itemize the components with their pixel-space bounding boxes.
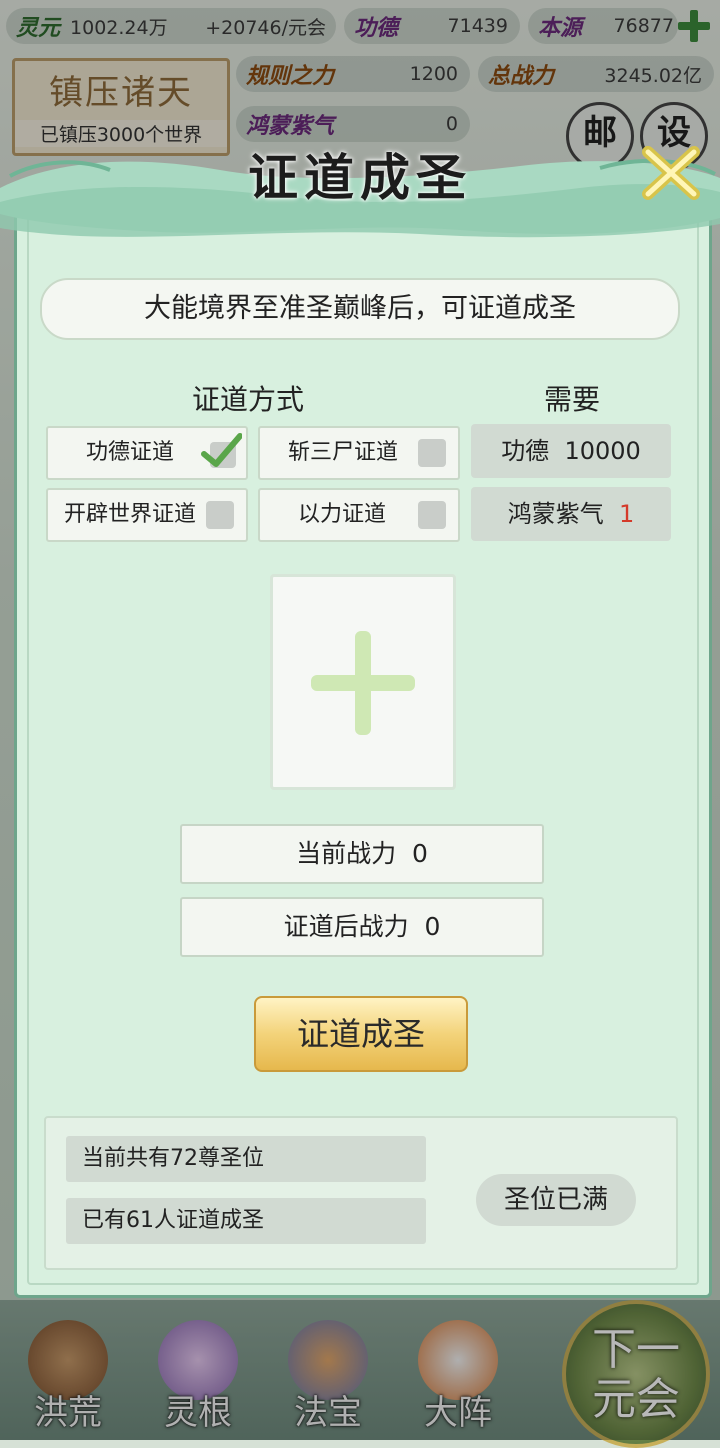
modal-title: 证道成圣 <box>248 148 472 207</box>
total-seats-text: 当前共有72尊圣位 <box>66 1136 426 1182</box>
option-label: 开辟世界证道 <box>64 502 197 527</box>
current-power-label: 当前战力 <box>296 839 397 868</box>
checkbox-icon <box>418 439 446 467</box>
option-yili-zhengdao[interactable]: 以力证道 <box>258 488 460 542</box>
close-icon <box>642 146 700 200</box>
option-gongde-zhengdao[interactable]: 功德证道 <box>46 426 248 480</box>
zhengdao-confirm-button[interactable]: 证道成圣 <box>254 996 468 1072</box>
checkbox-icon <box>206 501 234 529</box>
need-header: 需要 <box>544 383 601 416</box>
option-label: 功德证道 <box>86 440 175 465</box>
checkbox-icon <box>418 501 446 529</box>
after-power: 证道后战力 0 <box>180 897 544 957</box>
after-power-value: 0 <box>424 912 441 941</box>
requirement-banner: 大能境界至准圣巅峰后，可证道成圣 <box>40 278 680 340</box>
option-zhansanshi-zhengdao[interactable]: 斩三尸证道 <box>258 426 460 480</box>
method-header: 证道方式 <box>192 383 305 416</box>
add-slot[interactable] <box>270 574 456 790</box>
option-label: 斩三尸证道 <box>288 440 399 465</box>
after-power-label: 证道后战力 <box>283 912 409 941</box>
need-hongmeng: 鸿蒙紫气 1 <box>471 487 671 541</box>
option-label: 以力证道 <box>298 502 387 527</box>
current-power-value: 0 <box>412 839 428 868</box>
need-gongde-value: 10000 <box>564 437 641 465</box>
need-gongde-label: 功德 <box>501 437 550 465</box>
need-hongmeng-value: 1 <box>618 500 635 528</box>
achieved-text: 已有61人证道成圣 <box>66 1198 426 1244</box>
close-button[interactable] <box>640 142 702 204</box>
current-power: 当前战力 0 <box>180 824 544 884</box>
plus-icon <box>311 631 415 735</box>
need-hongmeng-label: 鸿蒙紫气 <box>507 500 604 528</box>
checkmark-icon <box>200 432 243 472</box>
saint-info-panel: 当前共有72尊圣位 已有61人证道成圣 圣位已满 <box>44 1116 678 1270</box>
need-gongde: 功德 10000 <box>471 424 671 478</box>
option-kaipi-zhengdao[interactable]: 开辟世界证道 <box>46 488 248 542</box>
status-badge: 圣位已满 <box>476 1174 636 1226</box>
